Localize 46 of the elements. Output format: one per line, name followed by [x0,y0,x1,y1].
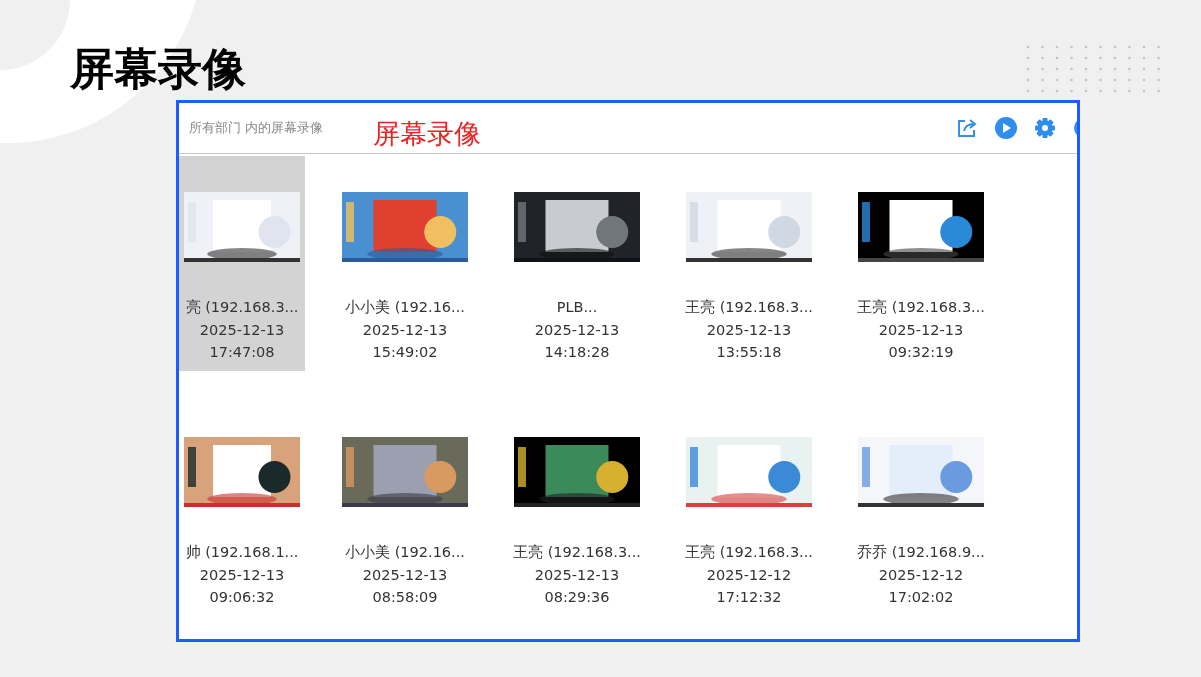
recording-tile[interactable]: 乔乔 (192.168.9... 2025-12-12 17:02:02 [849,401,993,616]
recording-time: 17:02:02 [888,588,954,607]
recording-tile[interactable]: 王亮 (192.168.3... 2025-12-13 08:29:36 [505,401,649,616]
recording-tile[interactable]: 小小美 (192.16... 2025-12-13 08:58:09 [333,401,477,616]
settings-icon[interactable] [1034,117,1056,139]
recording-time: 08:29:36 [544,588,610,607]
recording-name: PLB... [556,298,598,317]
recording-name: 王亮 (192.168.3... [857,298,985,317]
recording-name: 小小美 (192.16... [345,298,465,317]
recording-name: 小小美 (192.16... [345,543,465,562]
recording-time: 15:49:02 [372,343,438,362]
recording-name: 乔乔 (192.168.9... [857,543,985,562]
recording-date: 2025-12-13 [534,320,620,340]
recording-date: 2025-12-13 [362,565,448,585]
recording-tile[interactable]: 亮 (192.168.3... 2025-12-13 17:47:08 [179,156,305,371]
slide-title: 屏幕录像 [70,42,246,96]
recording-date: 2025-12-13 [534,565,620,585]
recording-name: 王亮 (192.168.3... [513,543,641,562]
recording-tile[interactable]: 王亮 (192.168.3... 2025-12-13 09:32:19 [849,156,993,371]
recording-date: 2025-12-13 [199,320,285,340]
recording-tile[interactable]: 王亮 (192.168.3... 2025-12-12 17:12:32 [677,401,821,616]
share-icon[interactable] [956,117,978,139]
recording-name: 王亮 (192.168.3... [685,298,813,317]
recording-tile[interactable]: 小小美 (192.16... 2025-12-13 15:49:02 [333,156,477,371]
recording-time: 14:18:28 [544,343,610,362]
recording-tile[interactable]: 帅 (192.168.1... 2025-12-13 09:06:32 [179,401,305,616]
recording-name: 王亮 (192.168.3... [685,543,813,562]
recording-date: 2025-12-12 [878,565,964,585]
recording-time: 17:12:32 [716,588,782,607]
annotation-label: 屏幕录像 [373,117,482,151]
recording-date: 2025-12-13 [199,565,285,585]
recording-tile[interactable]: 王亮 (192.168.3... 2025-12-13 13:55:18 [677,156,821,371]
recording-date: 2025-12-13 [878,320,964,340]
recording-date: 2025-12-13 [706,320,792,340]
recording-time: 08:58:09 [372,588,438,607]
recording-time: 09:32:19 [888,343,954,362]
play-icon[interactable] [995,117,1017,139]
recording-time: 13:55:18 [716,343,782,362]
recording-time: 17:47:08 [209,343,275,362]
recording-name: 帅 (192.168.1... [185,543,299,562]
recording-time: 09:06:32 [209,588,275,607]
recording-tile[interactable]: PLB... 2025-12-13 14:18:28 [505,156,649,371]
recording-name: 亮 (192.168.3... [185,298,299,317]
recording-date: 2025-12-12 [706,565,792,585]
recording-date: 2025-12-13 [362,320,448,340]
breadcrumb: 所有部门 内的屏幕录像 [189,119,324,137]
